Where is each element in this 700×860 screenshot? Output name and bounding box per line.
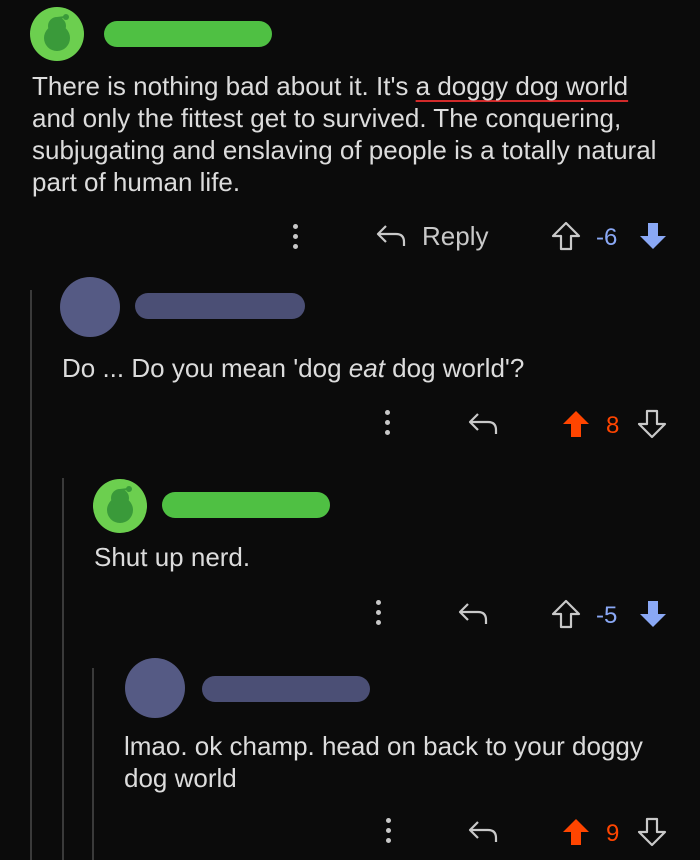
comment-body: lmao. ok champ. head on back to your dog… bbox=[124, 731, 643, 793]
comment-text: dog world'? bbox=[384, 353, 525, 383]
comment-text: There is nothing bad about it. It's bbox=[32, 71, 416, 101]
reply-icon[interactable] bbox=[466, 818, 500, 846]
vote-score: -6 bbox=[596, 224, 618, 251]
downvote-icon[interactable] bbox=[636, 816, 668, 848]
username-redacted[interactable] bbox=[162, 492, 330, 518]
avatar[interactable] bbox=[125, 658, 185, 718]
reply-button[interactable]: Reply bbox=[422, 221, 488, 252]
more-options-icon[interactable] bbox=[386, 818, 392, 848]
avatar[interactable] bbox=[30, 7, 84, 61]
thread-line-2[interactable] bbox=[62, 478, 64, 860]
reply-icon[interactable] bbox=[456, 600, 490, 628]
username-redacted[interactable] bbox=[202, 676, 370, 702]
reply-icon[interactable] bbox=[374, 222, 408, 250]
comment-text: Do ... Do you mean 'dog bbox=[62, 353, 349, 383]
vote-score: 8 bbox=[606, 412, 620, 439]
more-options-icon[interactable] bbox=[376, 600, 382, 630]
snoo-avatar-icon bbox=[107, 486, 133, 523]
more-options-icon[interactable] bbox=[385, 410, 391, 440]
avatar[interactable] bbox=[60, 277, 120, 337]
vote-score: 9 bbox=[606, 820, 620, 847]
upvote-icon[interactable] bbox=[550, 598, 582, 630]
upvote-icon[interactable] bbox=[560, 408, 592, 440]
vote-score: -5 bbox=[596, 602, 618, 629]
more-options-icon[interactable] bbox=[293, 224, 299, 254]
comment-body: There is nothing bad about it. It's a do… bbox=[32, 70, 672, 198]
snoo-avatar-icon bbox=[44, 14, 70, 51]
thread-line-3[interactable] bbox=[92, 668, 94, 860]
comment-body: Do ... Do you mean 'dog eat dog world'? bbox=[62, 352, 682, 384]
upvote-icon[interactable] bbox=[550, 220, 582, 252]
username-redacted[interactable] bbox=[135, 293, 305, 319]
reply-icon[interactable] bbox=[466, 410, 500, 438]
downvote-icon[interactable] bbox=[637, 220, 669, 252]
username-redacted[interactable] bbox=[104, 21, 272, 47]
downvote-icon[interactable] bbox=[636, 408, 668, 440]
italic-word: eat bbox=[348, 353, 385, 383]
comment-body: Shut up nerd. bbox=[94, 542, 251, 572]
upvote-icon[interactable] bbox=[560, 816, 592, 848]
avatar[interactable] bbox=[93, 479, 147, 533]
thread-line-1[interactable] bbox=[30, 290, 32, 860]
downvote-icon[interactable] bbox=[637, 598, 669, 630]
highlighted-phrase: a doggy dog world bbox=[415, 71, 629, 101]
comment-text: and only the fittest get to survived. Th… bbox=[32, 103, 657, 197]
